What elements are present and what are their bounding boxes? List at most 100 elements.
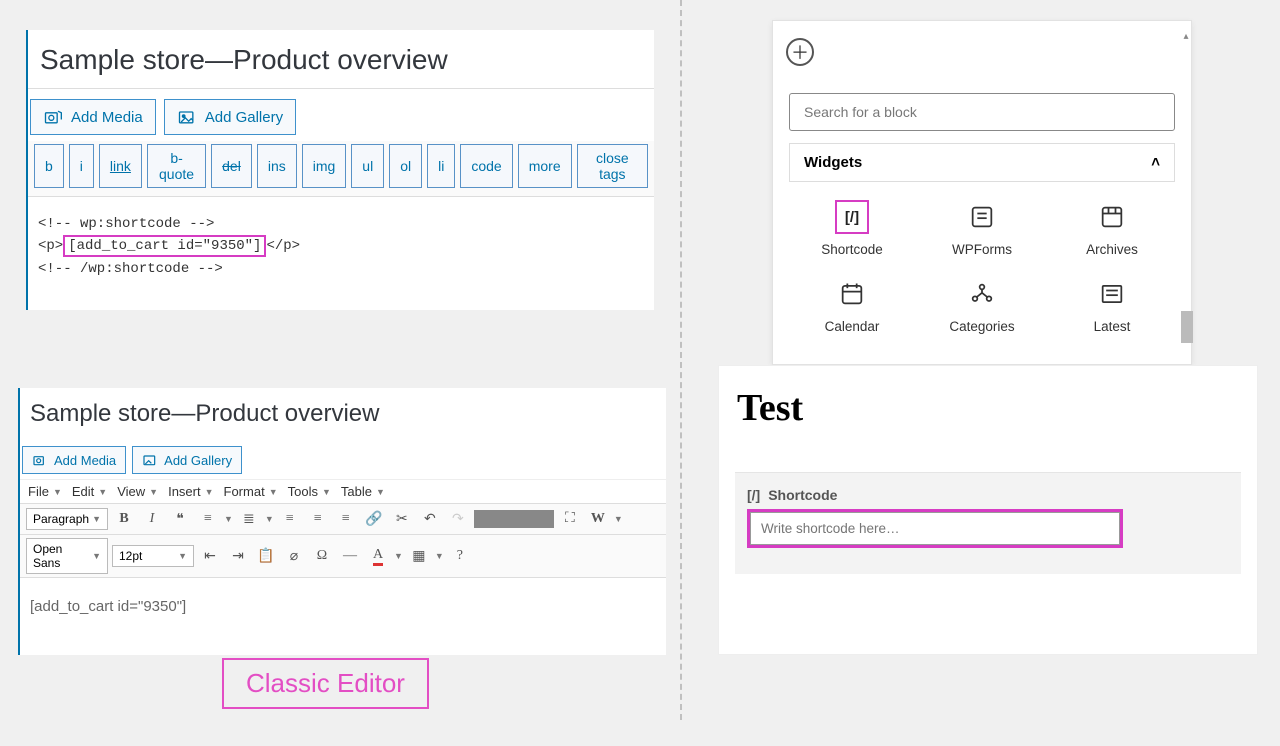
toolbar-divider	[474, 510, 554, 528]
font-size-select[interactable]: 12pt▼	[112, 545, 194, 567]
menu-edit[interactable]: Edit▼	[72, 484, 107, 499]
menu-tools[interactable]: Tools▼	[288, 484, 331, 499]
shortcode-input[interactable]	[750, 512, 1120, 545]
classic-text-editor: Sample store—Product overview Add Media …	[26, 30, 654, 310]
block-calendar[interactable]: Calendar	[789, 269, 915, 342]
tinymce-toolbar-1: Paragraph▼ B I ❝ ≡▼ ≣▼ ≡ ≡ ≡ 🔗 ✂ ↶ ↷ ⛶ W…	[20, 504, 666, 535]
format-select[interactable]: Paragraph▼	[26, 508, 108, 530]
qt-del[interactable]: del	[211, 144, 252, 188]
help-button[interactable]: ?	[448, 544, 472, 568]
widgets-category-toggle[interactable]: Widgets ˄	[789, 143, 1175, 182]
add-media-label: Add Media	[54, 453, 116, 468]
font-select[interactable]: Open Sans▼	[26, 538, 108, 574]
add-gallery-label: Add Gallery	[205, 109, 283, 126]
qt-b[interactable]: b	[34, 144, 64, 188]
tinymce-menubar: File▼ Edit▼ View▼ Insert▼ Format▼ Tools▼…	[20, 479, 666, 504]
add-gallery-button[interactable]: Add Gallery	[132, 446, 242, 474]
bold-button[interactable]: B	[112, 507, 136, 531]
wp-toolbar-toggle[interactable]: W	[586, 507, 610, 531]
shortcode-input-highlight	[747, 509, 1123, 548]
camera-music-icon	[43, 107, 63, 127]
menu-file[interactable]: File▼	[28, 484, 62, 499]
add-media-button[interactable]: Add Media	[30, 99, 156, 135]
align-right-button[interactable]: ≡	[334, 507, 358, 531]
text-color-button[interactable]: A	[366, 544, 390, 568]
unlink-button[interactable]: ✂	[390, 507, 414, 531]
block-label: Shortcode	[821, 242, 883, 257]
add-media-label: Add Media	[71, 109, 143, 126]
undo-button[interactable]: ↶	[418, 507, 442, 531]
block-search-input[interactable]: Search for a block	[789, 93, 1175, 131]
quicktags-toolbar: b i link b-quote del ins img ul ol li co…	[28, 141, 654, 196]
blockquote-button[interactable]: ❝	[168, 507, 192, 531]
number-list-button[interactable]: ≣	[237, 507, 261, 531]
classic-visual-editor: Sample store—Product overview Add Media …	[18, 388, 666, 655]
block-categories[interactable]: Categories	[919, 269, 1045, 342]
block-archives[interactable]: Archives	[1049, 192, 1175, 265]
chevron-up-icon: ˄	[1151, 154, 1160, 171]
redo-button[interactable]: ↷	[446, 507, 470, 531]
menu-table[interactable]: Table▼	[341, 484, 385, 499]
block-shortcode[interactable]: [/] Shortcode	[789, 192, 915, 265]
qt-ul[interactable]: ul	[351, 144, 384, 188]
block-label: Categories	[949, 319, 1014, 334]
camera-music-icon	[32, 452, 48, 468]
text-editor-body[interactable]: <!-- wp:shortcode --> <p>[add_to_cart id…	[28, 196, 654, 310]
menu-insert[interactable]: Insert▼	[168, 484, 213, 499]
indent-button[interactable]: ⇥	[226, 544, 250, 568]
post-title[interactable]: Sample store—Product overview	[20, 388, 666, 438]
qt-ol[interactable]: ol	[389, 144, 422, 188]
gutenberg-editor-canvas: Test [/] Shortcode	[718, 365, 1258, 655]
outdent-button[interactable]: ⇤	[198, 544, 222, 568]
table-button[interactable]: ▦	[407, 544, 431, 568]
shortcode-block-label: Shortcode	[768, 487, 837, 503]
shortcode-highlight: [add_to_cart id="9350"]	[63, 235, 266, 257]
hr-button[interactable]: —	[338, 544, 362, 568]
add-gallery-button[interactable]: Add Gallery	[164, 99, 296, 135]
gallery-icon	[177, 107, 197, 127]
menu-view[interactable]: View▼	[117, 484, 158, 499]
categories-icon	[965, 277, 999, 311]
code-fragment: <p>	[38, 238, 63, 254]
category-label: Widgets	[804, 154, 862, 171]
align-left-button[interactable]: ≡	[278, 507, 302, 531]
paste-button[interactable]: 📋	[254, 544, 278, 568]
link-button[interactable]: 🔗	[362, 507, 386, 531]
calendar-icon	[835, 277, 869, 311]
shortcode-icon: [/]	[835, 200, 869, 234]
clear-format-button[interactable]: ⌀	[282, 544, 306, 568]
menu-format[interactable]: Format▼	[224, 484, 278, 499]
code-line: <!-- /wp:shortcode -->	[38, 258, 644, 280]
block-label: Latest	[1094, 319, 1131, 334]
add-gallery-label: Add Gallery	[164, 453, 232, 468]
latest-icon	[1095, 277, 1129, 311]
qt-link[interactable]: link	[99, 144, 142, 188]
qt-closetags[interactable]: close tags	[577, 144, 648, 188]
qt-ins[interactable]: ins	[257, 144, 297, 188]
qt-img[interactable]: img	[302, 144, 347, 188]
post-title[interactable]: Test	[719, 366, 1257, 454]
post-title[interactable]: Sample store—Product overview	[28, 30, 654, 89]
special-char-button[interactable]: Ω	[310, 544, 334, 568]
shortcode-icon: [/]	[747, 487, 760, 503]
qt-i[interactable]: i	[69, 144, 94, 188]
fullscreen-button[interactable]: ⛶	[558, 507, 582, 531]
visual-editor-body[interactable]: [add_to_cart id="9350"]	[20, 578, 666, 655]
bullet-list-button[interactable]: ≡	[196, 507, 220, 531]
qt-bquote[interactable]: b-quote	[147, 144, 206, 188]
qt-code[interactable]: code	[460, 144, 512, 188]
shortcode-block[interactable]: [/] Shortcode	[735, 472, 1241, 574]
block-label: WPForms	[952, 242, 1012, 257]
add-media-button[interactable]: Add Media	[22, 446, 126, 474]
code-line: <p>[add_to_cart id="9350"]</p>	[38, 235, 644, 257]
block-latest[interactable]: Latest	[1049, 269, 1175, 342]
align-center-button[interactable]: ≡	[306, 507, 330, 531]
add-block-button[interactable]: ＋	[786, 38, 814, 66]
qt-more[interactable]: more	[518, 144, 572, 188]
block-label: Archives	[1086, 242, 1138, 257]
scrollbar[interactable]: ▴	[1181, 31, 1193, 351]
block-inserter-panel: Search for a block Widgets ˄ [/] Shortco…	[772, 20, 1192, 365]
block-wpforms[interactable]: WPForms	[919, 192, 1045, 265]
italic-button[interactable]: I	[140, 507, 164, 531]
qt-li[interactable]: li	[427, 144, 455, 188]
